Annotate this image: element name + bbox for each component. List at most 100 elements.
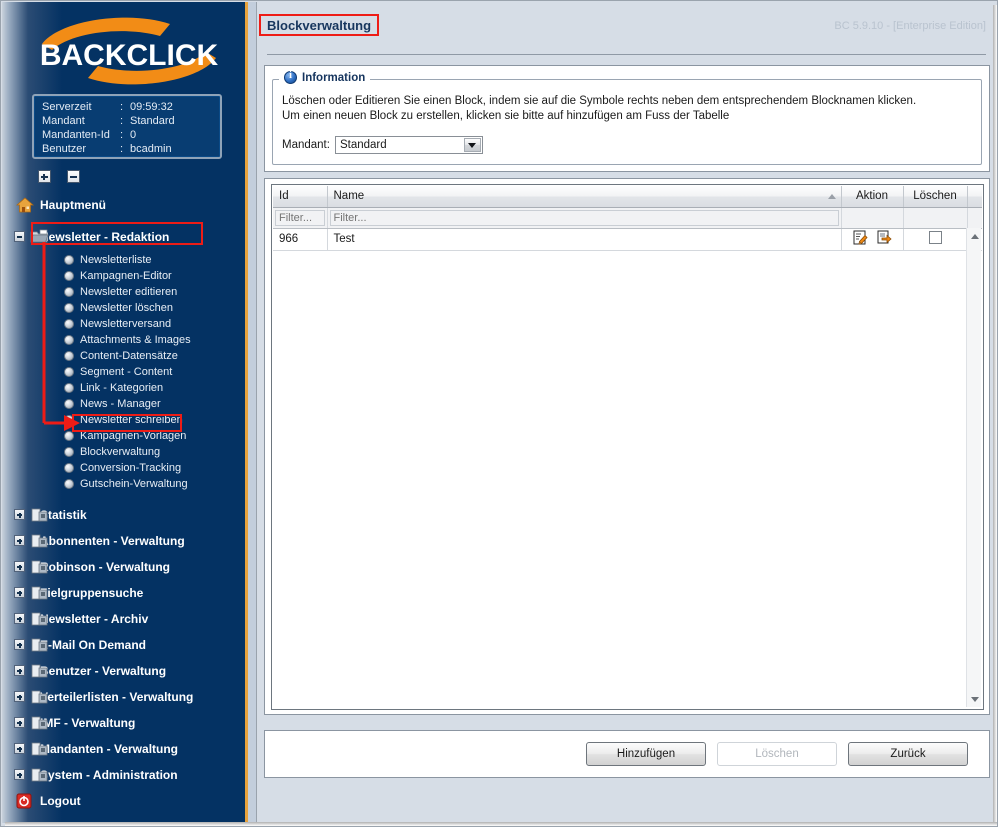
building-icon <box>30 637 49 653</box>
sidebar-item-newsletterversand[interactable]: Newsletterversand <box>2 316 245 332</box>
sidebar-item-newsletterliste[interactable]: Newsletterliste <box>2 252 245 268</box>
block-grid-inner: Id Name Aktion Löschen Filter... Filter.… <box>272 185 983 709</box>
sidebar-label: Newsletter schreiben <box>80 414 183 426</box>
collapse-all-button[interactable] <box>67 170 81 184</box>
server-info-value: Standard <box>130 115 175 127</box>
sidebar-label: Benutzer - Verwaltung <box>40 664 167 678</box>
window-shadow-bottom <box>5 822 997 826</box>
table-row[interactable]: 966 Test <box>273 228 982 251</box>
sidebar-label: E-Mail On Demand <box>40 638 147 652</box>
sidebar-item-link-kategorien[interactable]: Link - Kategorien <box>2 380 245 396</box>
sidebar-group-mandanten-verwaltung[interactable]: Mandanten - Verwaltung <box>2 736 245 762</box>
sidebar-label: IMF - Verwaltung <box>40 716 136 730</box>
sidebar-item-blockverwaltung[interactable]: Blockverwaltung <box>2 444 245 460</box>
expand-toggle-icon[interactable] <box>14 691 25 702</box>
scroll-down-arrow-icon[interactable] <box>967 692 982 706</box>
back-button[interactable]: Zurück <box>848 742 968 766</box>
sidebar-group-verteilerlisten-verwaltung[interactable]: Verteilerlisten - Verwaltung <box>2 684 245 710</box>
sidebar-label: Newsletterversand <box>80 318 172 330</box>
sidebar-item-logout[interactable]: Logout <box>2 788 245 814</box>
sidebar-group-email-on-demand[interactable]: E-Mail On Demand <box>2 632 245 658</box>
sidebar-item-newsletter-editieren[interactable]: Newsletter editieren <box>2 284 245 300</box>
information-text-line-1: Löschen oder Editieren Sie einen Block, … <box>282 95 917 107</box>
sidebar-label: Segment - Content <box>80 366 173 378</box>
add-button[interactable]: Hinzufügen <box>586 742 706 766</box>
sidebar-item-news-manager[interactable]: News - Manager <box>2 396 245 412</box>
server-info-key: Mandanten-Id <box>42 129 110 141</box>
sidebar-label: Kampagnen-Editor <box>80 270 172 282</box>
sidebar-group-newsletter-archiv[interactable]: Newsletter - Archiv <box>2 606 245 632</box>
window-shadow-right <box>993 5 997 826</box>
building-icon <box>30 741 49 757</box>
mandant-selected-value: Standard <box>339 139 387 151</box>
information-legend-label: Information <box>302 71 366 84</box>
column-header-scroll-spacer <box>967 186 982 208</box>
sidebar-item-hauptmenue[interactable]: Hauptmenü <box>2 192 245 218</box>
expand-toggle-icon[interactable] <box>14 665 25 676</box>
server-info-sep: : <box>120 115 124 127</box>
sidebar-item-newsletter-schreiben[interactable]: Newsletter schreiben <box>2 412 245 428</box>
building-icon <box>30 533 49 549</box>
bullet-icon <box>64 351 74 361</box>
sidebar-label: Newsletter - Redaktion <box>40 230 170 244</box>
mandant-select[interactable]: Standard <box>334 136 483 154</box>
sidebar-group-benutzer-verwaltung[interactable]: Benutzer - Verwaltung <box>2 658 245 684</box>
sidebar-item-newsletter-loeschen[interactable]: Newsletter löschen <box>2 300 245 316</box>
sidebar-group-zielgruppensuche[interactable]: Zielgruppensuche <box>2 580 245 606</box>
sidebar-group-system-administration[interactable]: System - Administration <box>2 762 245 788</box>
building-icon <box>30 559 49 575</box>
bullet-icon <box>64 383 74 393</box>
sidebar-item-gutschein-verwaltung[interactable]: Gutschein-Verwaltung <box>2 476 245 492</box>
column-header-loeschen[interactable]: Löschen <box>903 186 968 208</box>
server-info-value: bcadmin <box>130 143 172 155</box>
sidebar-item-conversion-tracking[interactable]: Conversion-Tracking <box>2 460 245 476</box>
server-info-sep: : <box>120 129 124 141</box>
sidebar-group-robinson-verwaltung[interactable]: Robinson - Verwaltung <box>2 554 245 580</box>
expand-toggle-icon[interactable] <box>14 509 25 520</box>
expand-toggle-icon[interactable] <box>14 561 25 572</box>
table-header-row: Id Name Aktion Löschen <box>273 186 982 208</box>
sidebar-group-newsletter-redaktion[interactable]: Newsletter - Redaktion <box>2 224 245 250</box>
sidebar-item-attachments-images[interactable]: Attachments & Images <box>2 332 245 348</box>
server-info-key: Serverzeit <box>42 101 92 113</box>
sidebar-label: Kampagnen-Vorlagen <box>80 430 187 442</box>
bullet-icon <box>64 287 74 297</box>
info-icon <box>284 70 297 84</box>
sidebar-label: Attachments & Images <box>80 334 191 346</box>
sidebar-item-kampagnen-vorlagen[interactable]: Kampagnen-Vorlagen <box>2 428 245 444</box>
expand-toggle-icon[interactable] <box>14 743 25 754</box>
logo-wordmark: BACKCLICK <box>40 39 219 72</box>
expand-toggle-icon[interactable] <box>14 613 25 624</box>
column-header-id[interactable]: Id <box>273 186 328 208</box>
sidebar-content-gap <box>248 2 256 823</box>
sidebar-item-kampagnen-editor[interactable]: Kampagnen-Editor <box>2 268 245 284</box>
expand-toggle-icon[interactable] <box>14 717 25 728</box>
cell-name: Test <box>327 228 842 251</box>
edit-pencil-icon[interactable] <box>853 230 868 248</box>
chevron-down-icon[interactable] <box>463 138 481 152</box>
sidebar-item-content-datensaetze[interactable]: Content-Datensätze <box>2 348 245 364</box>
sidebar-group-imf-verwaltung[interactable]: IMF - Verwaltung <box>2 710 245 736</box>
footer-button-panel: Hinzufügen Löschen Zurück <box>264 730 990 778</box>
sidebar-label: Mandanten - Verwaltung <box>40 742 179 756</box>
expand-toggle-icon[interactable] <box>14 769 25 780</box>
sidebar-group-abonnenten-verwaltung[interactable]: Abonnenten - Verwaltung <box>2 528 245 554</box>
delete-row-checkbox[interactable] <box>928 231 942 244</box>
grid-vertical-scrollbar[interactable] <box>966 228 981 707</box>
bullet-icon <box>64 335 74 345</box>
filter-input-id[interactable] <box>275 209 325 226</box>
column-header-name[interactable]: Name <box>327 186 842 208</box>
header-divider <box>267 54 986 55</box>
collapse-toggle-icon[interactable] <box>14 231 25 242</box>
scroll-up-arrow-icon[interactable] <box>967 229 982 243</box>
sidebar-group-statistik[interactable]: Statistik <box>2 502 245 528</box>
filter-input-name[interactable] <box>329 209 839 226</box>
sidebar-item-segment-content[interactable]: Segment - Content <box>2 364 245 380</box>
expand-all-button[interactable] <box>38 170 51 184</box>
sidebar: BACKCLICK Serverzeit : 09:59:32 Mandant … <box>2 2 245 823</box>
expand-toggle-icon[interactable] <box>14 587 25 598</box>
column-header-aktion[interactable]: Aktion <box>841 186 904 208</box>
expand-toggle-icon[interactable] <box>14 639 25 650</box>
copy-icon[interactable] <box>877 230 892 248</box>
expand-toggle-icon[interactable] <box>14 535 25 546</box>
